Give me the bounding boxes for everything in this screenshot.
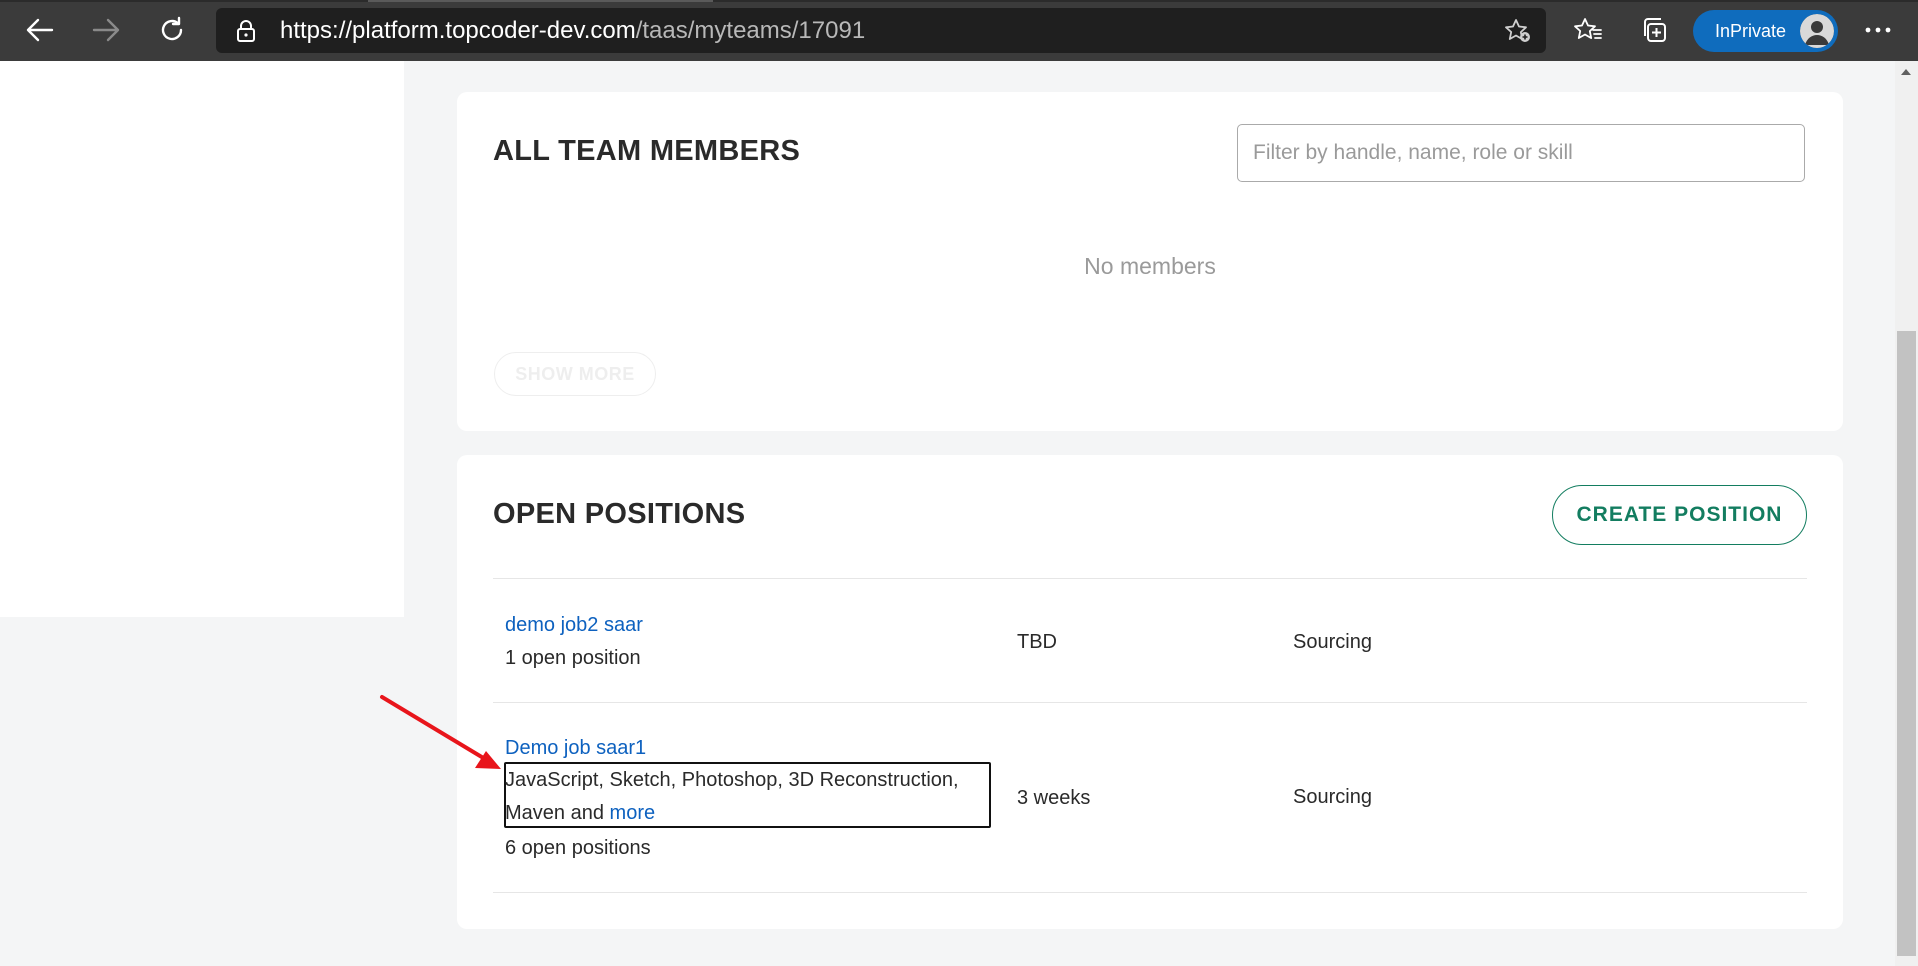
back-arrow-icon (26, 18, 54, 42)
add-favorite-icon[interactable] (1504, 18, 1532, 44)
favorites-button[interactable] (1568, 10, 1608, 50)
position-title-link[interactable]: Demo job saar1 (505, 737, 646, 760)
no-members-message: No members (1084, 253, 1216, 279)
tab-strip-edge (0, 0, 1918, 2)
favorites-star-icon (1574, 18, 1602, 39)
scrollbar-thumb[interactable] (1897, 331, 1916, 956)
position-status: Sourcing (1293, 631, 1372, 653)
position-duration: 3 weeks (1017, 787, 1091, 809)
position-title-link[interactable]: demo job2 saar (505, 614, 643, 637)
back-button[interactable] (20, 10, 60, 50)
url-host: https://platform.topcoder-dev.com (280, 17, 636, 44)
active-tab-edge (368, 0, 713, 2)
create-position-button[interactable]: CREATE POSITION (1552, 485, 1807, 545)
position-skills: JavaScript, Sketch, Photoshop, 3D Recons… (505, 764, 985, 830)
left-sidebar-panel (0, 61, 404, 617)
scroll-up-arrow-icon[interactable] (1901, 69, 1911, 75)
page-scrollbar[interactable] (1895, 61, 1918, 966)
inprivate-label: InPrivate (1715, 21, 1787, 41)
collections-button[interactable] (1634, 10, 1674, 50)
open-position-count: 1 open position (505, 647, 641, 669)
inprivate-profile-button[interactable]: InPrivate (1693, 10, 1838, 52)
team-members-card: ALL TEAM MEMBERS No members SHOW MORE (457, 92, 1843, 431)
position-status: Sourcing (1293, 786, 1372, 808)
position-duration: TBD (1017, 631, 1057, 653)
address-bar[interactable]: https://platform.topcoder-dev.com/taas/m… (216, 8, 1546, 53)
refresh-icon (161, 16, 183, 41)
skills-more-link[interactable]: more (610, 802, 656, 824)
more-dots-icon (1865, 27, 1891, 33)
skills-list: JavaScript, Sketch, Photoshop, 3D Recons… (505, 769, 959, 824)
forward-arrow-icon (92, 18, 120, 42)
open-position-count: 6 open positions (505, 837, 651, 859)
settings-menu-button[interactable] (1858, 10, 1898, 50)
member-filter-input[interactable] (1237, 124, 1805, 182)
positions-divider (493, 578, 1807, 579)
open-positions-title: OPEN POSITIONS (493, 498, 746, 530)
open-positions-card: OPEN POSITIONS CREATE POSITION demo job2… (457, 455, 1843, 929)
profile-avatar-icon (1800, 14, 1834, 48)
browser-toolbar: https://platform.topcoder-dev.com/taas/m… (0, 0, 1918, 61)
forward-button[interactable] (86, 10, 126, 50)
url-text[interactable]: https://platform.topcoder-dev.com/taas/m… (280, 17, 865, 45)
collections-icon (1644, 18, 1666, 42)
lock-icon[interactable] (236, 19, 256, 43)
row-divider (493, 702, 1807, 703)
row-divider (493, 892, 1807, 893)
show-more-button[interactable]: SHOW MORE (494, 352, 656, 396)
refresh-button[interactable] (152, 10, 192, 50)
url-path: /taas/myteams/17091 (635, 17, 866, 44)
team-members-title: ALL TEAM MEMBERS (493, 135, 801, 167)
